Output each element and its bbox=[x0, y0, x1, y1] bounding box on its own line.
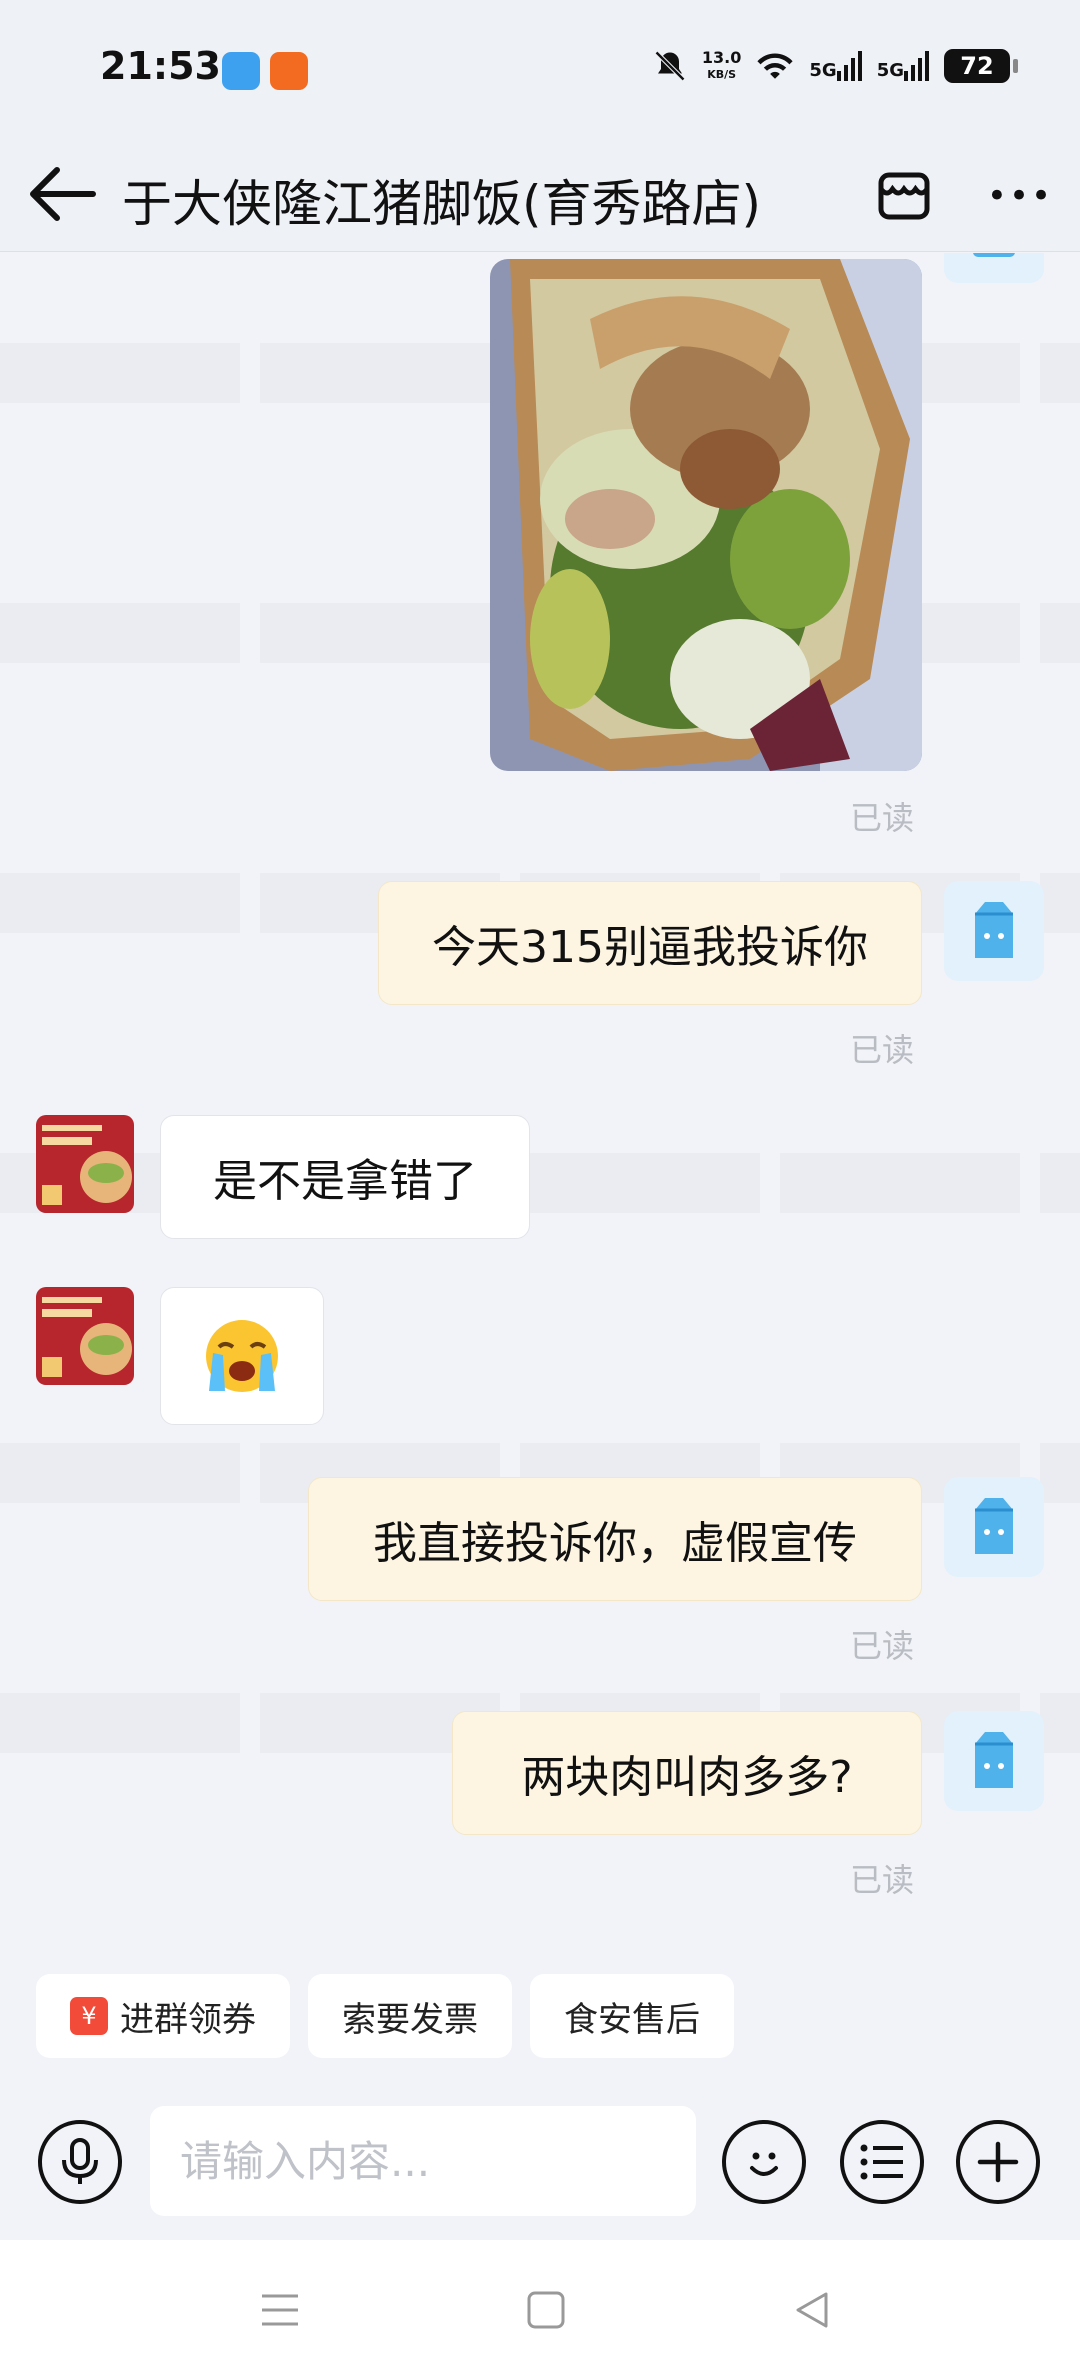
back-button[interactable] bbox=[22, 154, 102, 234]
shop-logo-icon bbox=[36, 1287, 134, 1385]
request-invoice-button[interactable]: 索要发票 bbox=[308, 1974, 512, 2058]
milk-carton-icon bbox=[973, 253, 1015, 257]
message-bubble-shop[interactable] bbox=[160, 1287, 324, 1425]
message-text: 我直接投诉你，虚假宣传 bbox=[373, 1518, 857, 1569]
shop-logo-icon bbox=[36, 1115, 134, 1213]
signal-2: 5G bbox=[877, 51, 930, 81]
smiley-icon bbox=[750, 2152, 778, 2176]
read-status: 已读 bbox=[850, 799, 915, 837]
recents-button[interactable] bbox=[250, 2280, 310, 2340]
more-dots-icon: ••• bbox=[986, 176, 1054, 216]
add-button[interactable] bbox=[956, 2120, 1040, 2204]
message-input[interactable] bbox=[150, 2106, 696, 2216]
battery-indicator: 72 bbox=[944, 49, 1018, 83]
menu-lines-icon bbox=[262, 2294, 298, 2326]
status-time: 21:53 bbox=[100, 44, 221, 88]
net-speed: 13.0 KB/S bbox=[701, 48, 742, 81]
message-bubble-mine[interactable]: 两块肉叫肉多多? bbox=[452, 1711, 922, 1835]
join-group-coupon-button[interactable]: ¥ 进群领券 bbox=[36, 1974, 290, 2058]
input-bar bbox=[0, 2100, 1080, 2240]
list-button[interactable] bbox=[840, 2120, 924, 2204]
food-safety-aftersale-button[interactable]: 食安售后 bbox=[530, 1974, 734, 2058]
mute-icon bbox=[654, 50, 685, 82]
more-button[interactable]: ••• bbox=[980, 156, 1060, 236]
my-avatar[interactable] bbox=[944, 1477, 1044, 1577]
page-title: 于大侠隆江猪脚饭(育秀路店) bbox=[122, 175, 762, 233]
quick-action-label: 索要发票 bbox=[342, 1999, 478, 2040]
my-avatar[interactable] bbox=[944, 881, 1044, 981]
message-bubble-shop[interactable]: 是不是拿错了 bbox=[160, 1115, 530, 1239]
quick-action-label: 进群领券 bbox=[120, 1999, 256, 2040]
square-icon bbox=[527, 2291, 565, 2329]
shop-avatar[interactable] bbox=[36, 1115, 134, 1213]
crying-face-icon bbox=[206, 1320, 278, 1392]
milk-carton-icon bbox=[975, 1732, 1013, 1788]
microphone-icon bbox=[62, 2138, 98, 2184]
milk-carton-icon bbox=[975, 1498, 1013, 1554]
triangle-back-icon bbox=[796, 2292, 828, 2328]
message-bubble-mine[interactable]: 今天315别逼我投诉你 bbox=[378, 881, 922, 1005]
chat-messages[interactable]: 已读 今天315别逼我投诉你 已读 是不是拿错了 我直接投诉你，虚假宣传 已读 … bbox=[0, 253, 1080, 1953]
read-status: 已读 bbox=[850, 1627, 915, 1665]
my-avatar[interactable] bbox=[944, 1711, 1044, 1811]
read-status: 已读 bbox=[850, 1031, 915, 1069]
voice-button[interactable] bbox=[38, 2120, 122, 2204]
store-icon bbox=[878, 172, 930, 220]
my-avatar[interactable] bbox=[944, 253, 1044, 283]
coupon-icon: ¥ bbox=[70, 1997, 108, 2035]
shop-avatar[interactable] bbox=[36, 1287, 134, 1385]
signal-1: 5G bbox=[809, 51, 862, 81]
store-button[interactable] bbox=[864, 156, 944, 236]
signal-bars-icon bbox=[904, 51, 929, 81]
signal-bars-icon bbox=[836, 51, 862, 81]
chat-header: 于大侠隆江猪脚饭(育秀路店) ••• bbox=[0, 140, 1080, 252]
back-nav-button[interactable] bbox=[782, 2280, 842, 2340]
message-text: 是不是拿错了 bbox=[213, 1156, 477, 1207]
list-icon bbox=[860, 2144, 903, 2180]
message-bubble-mine[interactable]: 我直接投诉你，虚假宣传 bbox=[308, 1477, 922, 1601]
back-arrow-icon bbox=[30, 167, 96, 221]
status-bar: 21:53 13.0 KB/S 5G 5G 72 bbox=[0, 0, 1080, 140]
milk-carton-icon bbox=[975, 902, 1013, 958]
food-photo-image bbox=[490, 259, 922, 771]
plus-icon bbox=[977, 2141, 1019, 2183]
orange-app-icon bbox=[270, 52, 308, 90]
quick-actions: ¥ 进群领券 索要发票 食安售后 bbox=[36, 1974, 734, 2058]
message-text: 两块肉叫肉多多? bbox=[521, 1752, 853, 1803]
wifi-icon bbox=[757, 53, 793, 79]
message-text: 今天315别逼我投诉你 bbox=[432, 922, 868, 973]
system-navigation-bar bbox=[0, 2240, 1080, 2373]
quick-action-label: 食安售后 bbox=[564, 1999, 700, 2040]
home-button[interactable] bbox=[516, 2280, 576, 2340]
taobao-shangou-icon bbox=[222, 52, 260, 90]
read-status: 已读 bbox=[850, 1861, 915, 1899]
status-icons: 13.0 KB/S 5G 5G 72 bbox=[652, 48, 1018, 84]
food-photo[interactable] bbox=[490, 259, 922, 771]
emoji-button[interactable] bbox=[722, 2120, 806, 2204]
